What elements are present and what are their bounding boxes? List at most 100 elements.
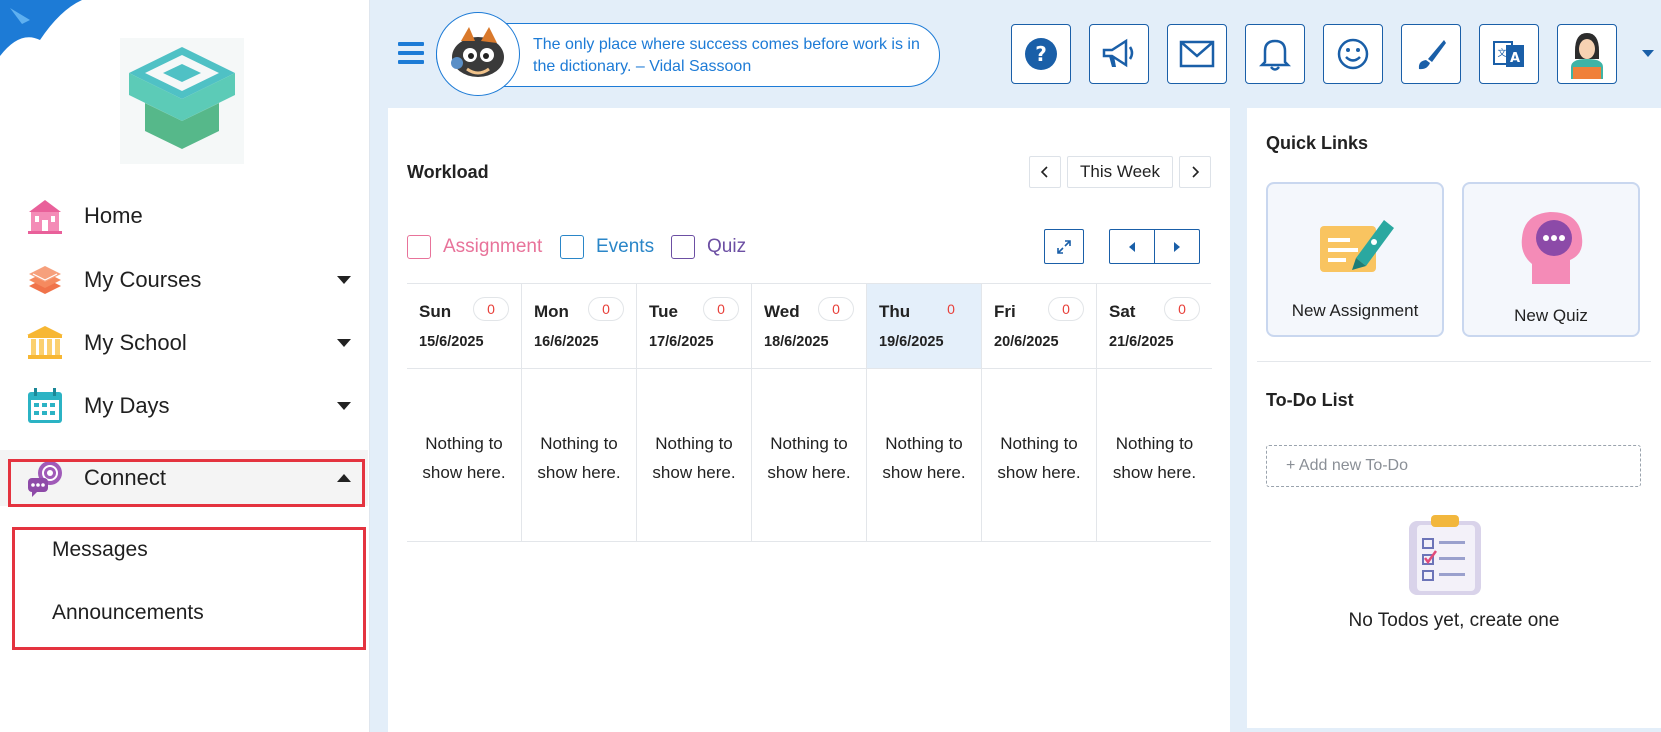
day-name: Sun (419, 302, 452, 321)
sidebar-item-label: Home (84, 203, 143, 228)
chevron-up-icon (337, 474, 351, 482)
day-column-mon[interactable]: Mon 0 16/6/2025 Nothing to show here. (522, 284, 637, 542)
school-logo[interactable] (120, 38, 244, 164)
submenu-item-messages[interactable]: Messages (52, 538, 148, 562)
workload-title: Workload (407, 162, 489, 182)
legend-label: Events (596, 236, 655, 257)
chevron-down-icon (337, 276, 351, 284)
theme-button[interactable] (1401, 24, 1461, 84)
new-quiz-icon (1521, 212, 1583, 284)
day-name: Fri (994, 302, 1016, 321)
this-week-button[interactable]: This Week (1067, 156, 1173, 188)
day-date: 17/6/2025 (649, 334, 714, 350)
sidebar-item-label: My Days (84, 393, 170, 418)
add-todo-input[interactable] (1266, 445, 1641, 487)
scroll-right-button[interactable] (1154, 229, 1200, 264)
next-week-button[interactable] (1179, 156, 1211, 188)
language-button[interactable]: A 文 (1479, 24, 1539, 84)
day-column-tue[interactable]: Tue 0 17/6/2025 Nothing to show here. (637, 284, 752, 542)
new-quiz-card[interactable]: New Quiz (1462, 182, 1640, 337)
events-checkbox[interactable] (560, 235, 584, 259)
assignment-checkbox[interactable] (407, 235, 431, 259)
filter-quiz[interactable]: Quiz (671, 235, 746, 259)
books-stack-icon (29, 266, 61, 294)
submenu-item-announcements[interactable]: Announcements (52, 601, 204, 625)
quote-text: The only place where success comes befor… (533, 36, 920, 75)
institution-icon (27, 326, 63, 359)
chevron-right-icon (1192, 166, 1200, 178)
legend-label: Quiz (707, 236, 747, 257)
day-count-badge: 0 (473, 297, 509, 321)
workload-week-grid: Sun 0 15/6/2025 Nothing to show here. Mo… (407, 283, 1212, 542)
expand-button[interactable] (1044, 229, 1084, 264)
quote-avatar (436, 12, 520, 96)
day-empty-message: Nothing to show here. (537, 434, 621, 482)
scroll-left-button[interactable] (1109, 229, 1155, 264)
day-count-badge: 0 (947, 301, 955, 317)
day-column-fri[interactable]: Fri 0 20/6/2025 Nothing to show here. (982, 284, 1097, 542)
sidebar-item-home[interactable]: Home (0, 183, 368, 249)
day-count-badge: 0 (703, 297, 739, 321)
day-column-wed[interactable]: Wed 0 18/6/2025 Nothing to show here. (752, 284, 867, 542)
profile-dropdown-caret-icon[interactable] (1642, 50, 1654, 57)
chevron-down-icon (337, 402, 351, 410)
chevron-down-icon (337, 339, 351, 347)
day-name: Sat (1109, 302, 1136, 321)
day-empty-message: Nothing to show here. (997, 434, 1081, 482)
megaphone-icon (1102, 38, 1134, 68)
help-button[interactable]: ? (1011, 24, 1071, 84)
day-column-thu[interactable]: Thu 0 19/6/2025 Nothing to show here. (867, 284, 982, 542)
day-column-sun[interactable]: Sun 0 15/6/2025 Nothing to show here. (407, 284, 522, 542)
svg-text:A: A (1510, 51, 1520, 66)
mail-icon (1179, 40, 1215, 68)
mood-button[interactable] (1323, 24, 1383, 84)
day-empty-message: Nothing to show here. (767, 434, 851, 482)
day-date: 16/6/2025 (534, 334, 599, 350)
notifications-button[interactable] (1245, 24, 1305, 84)
day-name: Wed (764, 302, 800, 321)
caret-left-icon (1129, 241, 1135, 252)
day-count-badge: 0 (588, 297, 624, 321)
day-column-sat[interactable]: Sat 0 21/6/2025 Nothing to show here. (1097, 284, 1212, 542)
filter-assignment[interactable]: Assignment (407, 235, 542, 259)
new-assignment-card[interactable]: New Assignment (1266, 182, 1444, 337)
calendar-icon (28, 388, 62, 423)
filter-events[interactable]: Events (560, 235, 654, 259)
mail-button[interactable] (1167, 24, 1227, 84)
prev-week-button[interactable] (1029, 156, 1061, 188)
sidebar-item-my-days[interactable]: My Days (0, 373, 368, 439)
todo-title: To-Do List (1266, 390, 1354, 410)
day-empty-message: Nothing to show here. (422, 434, 506, 482)
school-building-icon (28, 200, 62, 234)
sidebar: Home My Courses My School My Days Connec… (0, 0, 370, 732)
announcements-button[interactable] (1089, 24, 1149, 84)
day-date: 18/6/2025 (764, 334, 829, 350)
day-empty-message: Nothing to show here. (652, 434, 736, 482)
sidebar-item-label: My Courses (84, 267, 202, 292)
day-name: Thu (879, 302, 911, 321)
day-header: Sun 0 15/6/2025 (407, 284, 521, 369)
new-assignment-icon (1320, 220, 1394, 272)
sidebar-item-my-school[interactable]: My School (0, 310, 368, 376)
help-icon: ? (1025, 38, 1057, 70)
svg-text:?: ? (1035, 42, 1047, 66)
day-header: Fri 0 20/6/2025 (982, 284, 1096, 369)
translate-icon: A 文 (1493, 41, 1524, 67)
user-profile-button[interactable] (1557, 24, 1617, 84)
day-header: Sat 0 21/6/2025 (1097, 284, 1212, 369)
quick-link-label: New Assignment (1291, 301, 1419, 320)
sidebar-item-my-courses[interactable]: My Courses (0, 247, 368, 313)
quick-link-label: New Quiz (1514, 306, 1588, 325)
day-name: Tue (649, 302, 678, 321)
sidebar-item-connect[interactable]: Connect (0, 450, 368, 506)
chevron-left-icon (1040, 166, 1048, 178)
quiz-checkbox[interactable] (671, 235, 695, 259)
day-header: Mon 0 16/6/2025 (522, 284, 636, 369)
legend-label: Assignment (443, 236, 543, 257)
hamburger-menu-button[interactable] (398, 42, 424, 64)
chat-bubbles-icon (28, 461, 62, 497)
day-date: 15/6/2025 (419, 334, 484, 350)
smiley-icon (1337, 38, 1369, 70)
day-count-badge: 0 (1164, 297, 1200, 321)
clipboard-checklist-icon (1409, 515, 1481, 595)
